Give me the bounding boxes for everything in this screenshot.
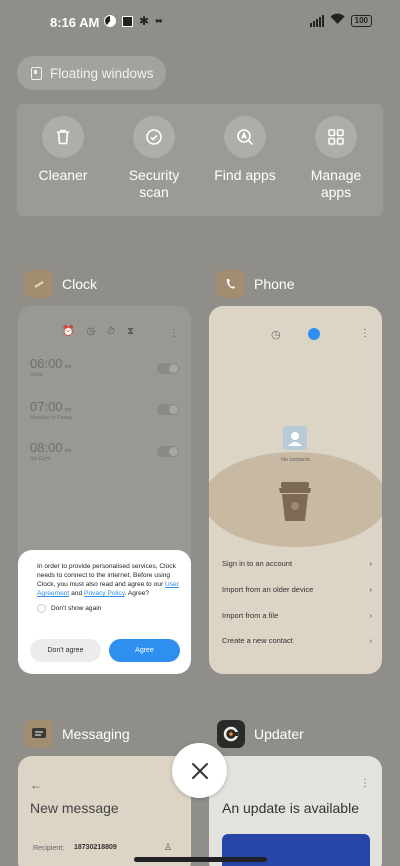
manage-apps-button[interactable]: Manage apps — [291, 116, 381, 201]
back-arrow-icon: ← — [30, 778, 42, 792]
trash-icon — [42, 116, 84, 158]
clock-app-icon — [25, 270, 53, 298]
alarm-tab-icon: ⏰ — [62, 326, 75, 337]
find-apps-button[interactable]: Find apps — [200, 116, 290, 184]
chevron-right-icon: › — [369, 559, 373, 568]
contacts-tab-icon — [308, 328, 320, 340]
agree-button[interactable]: Agree — [109, 639, 180, 662]
status-bar: 8:16 AM ✱ •• 100 — [0, 0, 400, 44]
recipient-number: 18730218809 — [74, 844, 117, 851]
update-available-title: An update is available — [222, 800, 359, 816]
checkbox-circle-icon — [37, 604, 46, 613]
security-scan-button[interactable]: Security scan — [109, 116, 199, 201]
alarm-ampm: am — [64, 407, 72, 413]
alarm-toggle — [157, 363, 179, 374]
find-apps-label: Find apps — [214, 167, 276, 183]
messaging-app-header[interactable]: Messaging — [25, 720, 130, 748]
alarm-toggle — [157, 446, 179, 457]
alarm-label: Monday to Friday — [30, 415, 73, 421]
alarm-label: Once — [30, 372, 44, 378]
contacts-placeholder-icon — [283, 426, 307, 450]
chevron-right-icon: › — [369, 585, 373, 594]
floating-window-icon — [31, 66, 42, 80]
wifi-icon — [330, 13, 345, 28]
floating-windows-button[interactable]: Floating windows — [17, 56, 166, 90]
chevron-right-icon: › — [369, 611, 373, 620]
phone-app-name: Phone — [254, 276, 295, 292]
alarm-label: Go Gym — [30, 456, 51, 462]
recipient-label: Recipient: — [33, 845, 65, 852]
privacy-policy-link[interactable]: Privacy Policy — [84, 590, 125, 597]
clock-app-card[interactable]: ⏰ ◷ ⏱ ⧗ ⋮ 06:00 am Once 07:00 am Monday to… — [18, 306, 191, 674]
battery-icon: 100 — [350, 14, 372, 27]
status-time: 8:16 AM — [50, 15, 100, 30]
phone-app-icon — [217, 270, 245, 298]
close-icon — [191, 762, 208, 779]
security-scan-label: Security scan — [128, 167, 180, 200]
messaging-app-name: Messaging — [62, 726, 130, 742]
more-menu-icon: ⋮ — [360, 778, 370, 789]
clear-all-button[interactable] — [172, 743, 227, 798]
sign-in-option[interactable]: Sign in to an account › — [222, 559, 372, 568]
updater-app-name: Updater — [254, 726, 304, 742]
alarm-time: 07:00 — [30, 399, 63, 414]
floating-windows-label: Floating windows — [50, 65, 154, 81]
coffee-cup-icon — [279, 482, 311, 521]
alarm-time: 06:00 — [30, 356, 63, 371]
data-saver-icon — [104, 15, 116, 27]
recents-tab-icon: ◷ — [271, 329, 281, 341]
import-file-option[interactable]: Import from a file › — [222, 611, 372, 620]
messaging-app-card[interactable]: ← New message Recipient: 18730218809 ♙ — [18, 756, 191, 866]
consent-text: In order to provide personalised service… — [37, 563, 179, 597]
more-menu-icon: ⋮ — [360, 328, 370, 339]
dont-show-again-checkbox[interactable]: Don't show again — [37, 604, 181, 613]
phone-app-header[interactable]: Phone — [217, 270, 294, 298]
no-contacts-text: No contacts — [280, 457, 311, 463]
new-message-title: New message — [30, 800, 119, 816]
more-menu-icon: ⋮ — [169, 328, 179, 339]
notification-icon — [122, 15, 133, 27]
clock-app-header[interactable]: Clock — [25, 270, 97, 298]
alarm-time: 08:00 — [30, 440, 63, 455]
manage-apps-label: Manage apps — [310, 167, 362, 200]
consent-dialog: In order to provide personalised service… — [18, 550, 191, 674]
updater-app-header[interactable]: Updater — [217, 720, 304, 748]
alarm-item: 06:00 am Once — [30, 356, 72, 378]
settings-icon: ✱ — [139, 14, 150, 28]
updater-app-icon — [217, 720, 245, 748]
dont-agree-button[interactable]: Don't agree — [30, 639, 101, 662]
search-a-icon — [224, 116, 266, 158]
cleaner-button[interactable]: Cleaner — [18, 116, 108, 184]
dont-show-again-label: Don't show again — [51, 605, 102, 612]
alarm-item: 07:00 am Monday to Friday — [30, 399, 73, 421]
more-notifications-icon: •• — [155, 14, 162, 28]
alarm-toggle — [157, 404, 179, 415]
clock-app-name: Clock — [62, 276, 98, 292]
alarm-ampm: am — [64, 364, 72, 370]
create-contact-option[interactable]: Create a new contact › — [222, 636, 372, 645]
alarm-item: 08:00 am Go Gym — [30, 440, 72, 462]
chevron-right-icon: › — [369, 636, 373, 645]
grid-icon — [315, 116, 357, 158]
shield-check-icon — [133, 116, 175, 158]
cleaner-label: Cleaner — [38, 167, 88, 183]
stopwatch-tab-icon: ⏱ — [107, 326, 115, 337]
contact-picker-icon: ♙ — [164, 842, 173, 852]
alarm-ampm: am — [64, 448, 72, 454]
timer-tab-icon: ⧗ — [127, 326, 135, 337]
messaging-app-icon — [25, 720, 53, 748]
quick-actions-panel: Cleaner Security scan Find apps Manage a… — [17, 104, 383, 216]
world-clock-tab-icon: ◷ — [86, 326, 96, 337]
home-indicator[interactable] — [134, 857, 267, 862]
updater-app-card[interactable]: ⋮ An update is available — [209, 756, 382, 866]
phone-app-card[interactable]: ◷ ⋮ No contacts Sign in to an account › I… — [209, 306, 382, 674]
import-older-device-option[interactable]: Import from an older device › — [222, 585, 372, 594]
signal-icon — [309, 14, 324, 27]
